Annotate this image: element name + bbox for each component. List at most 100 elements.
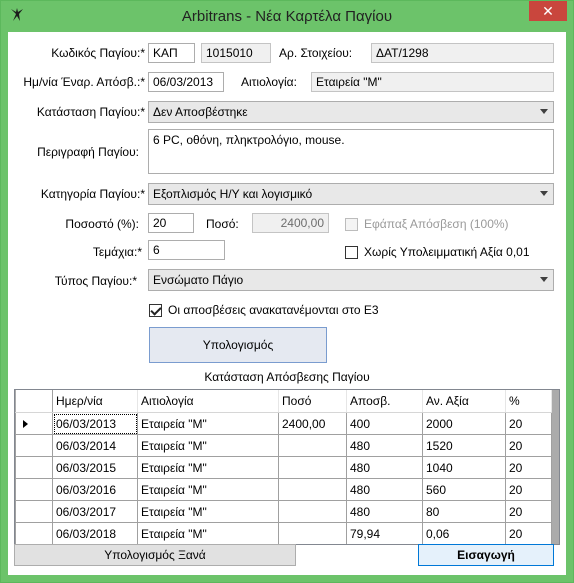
amount-label: Ποσό: — [206, 217, 239, 231]
table-cell[interactable]: 480 — [346, 500, 423, 523]
table-cell[interactable]: Εταιρεία "Μ" — [137, 434, 279, 457]
asset-code-number-field[interactable]: 1015010 — [201, 43, 271, 63]
table-row[interactable]: 06/03/2018 Εταιρεία "Μ" 79,94 0,06 20 — [15, 522, 552, 544]
table-cell[interactable] — [278, 434, 347, 457]
table-cell[interactable]: 20 — [505, 456, 552, 479]
status-select[interactable]: Δεν Αποσβέστηκε — [148, 101, 554, 123]
row-header[interactable] — [15, 412, 53, 435]
row-header[interactable] — [15, 478, 53, 501]
table-cell[interactable] — [278, 500, 347, 523]
column-header[interactable]: Ποσό — [278, 390, 347, 413]
table-cell[interactable]: 06/03/2017 — [52, 500, 138, 523]
chevron-down-icon — [540, 109, 548, 114]
column-header[interactable]: Αιτιολογία — [137, 390, 279, 413]
table-cell[interactable]: 480 — [346, 478, 423, 501]
amount-field[interactable]: 2400,00 — [252, 213, 329, 233]
row-header-corner — [15, 390, 53, 413]
table-cell[interactable]: 560 — [422, 478, 506, 501]
form-area: Κωδικός Παγίου:* ΚΑΠ 1015010 Αρ. Στοιχεί… — [8, 32, 566, 575]
start-date-label: Ημ/νία Έναρ. Απόσβ.:* — [23, 75, 145, 89]
table-cell[interactable]: 79,94 — [346, 522, 423, 544]
table-row[interactable]: 06/03/2016 Εταιρεία "Μ" 480 560 20 — [15, 478, 552, 501]
title-bar: Arbitrans - Νέα Καρτέλα Παγίου ✕ — [1, 1, 573, 31]
table-cell[interactable]: 06/03/2013 — [52, 412, 138, 435]
checkmark-icon — [150, 304, 162, 316]
depreciation-table[interactable]: Ημερ/νία Αιτιολογία Ποσό Αποσβ. Αν. Αξία… — [14, 389, 560, 545]
element-no-field[interactable]: ΔΑΤ/1298 — [371, 43, 554, 63]
table-cell[interactable]: 20 — [505, 500, 552, 523]
asset-code-prefix-field[interactable]: ΚΑΠ — [148, 43, 195, 63]
column-header[interactable]: Ημερ/νία — [52, 390, 138, 413]
column-header[interactable]: % — [505, 390, 552, 413]
table-cell[interactable]: Εταιρεία "Μ" — [137, 456, 279, 479]
one-time-label: Εφάπαξ Απόσβεση (100%) — [364, 217, 509, 231]
table-cell[interactable]: 06/03/2016 — [52, 478, 138, 501]
table-cell[interactable]: Εταιρεία "Μ" — [137, 522, 279, 544]
description-textarea[interactable]: 6 PC, οθόνη, πληκτρολόγιο, mouse. — [148, 129, 554, 174]
table-row[interactable]: 06/03/2014 Εταιρεία "Μ" 480 1520 20 — [15, 434, 552, 457]
table-cell[interactable] — [278, 522, 347, 544]
table-cell[interactable]: 1040 — [422, 456, 506, 479]
table-cell[interactable]: 480 — [346, 456, 423, 479]
percent-label: Ποσοστό (%): — [65, 217, 139, 231]
table-header-row: Ημερ/νία Αιτιολογία Ποσό Αποσβ. Αν. Αξία… — [15, 390, 552, 413]
column-header[interactable]: Αν. Αξία — [422, 390, 506, 413]
current-row-pointer-icon — [23, 419, 28, 428]
table-cell[interactable]: Εταιρεία "Μ" — [137, 412, 279, 435]
calculate-button[interactable]: Υπολογισμός — [149, 327, 327, 363]
redistribute-checkbox[interactable] — [149, 304, 162, 317]
quantity-field[interactable]: 6 — [148, 240, 225, 260]
table-row[interactable]: 06/03/2013 Εταιρεία "Μ" 2400,00 400 2000… — [15, 412, 552, 435]
percent-field[interactable]: 20 — [148, 213, 194, 233]
reason-field[interactable]: Εταιρεία "Μ" — [311, 72, 554, 92]
no-residual-label: Χωρίς Υπολειμματική Αξία 0,01 — [364, 245, 530, 259]
start-date-field[interactable]: 06/03/2013 — [148, 72, 224, 92]
insert-button[interactable]: Εισαγωγή — [418, 544, 554, 566]
category-value: Εξοπλισμός Η/Υ και λογισμικό — [153, 187, 313, 201]
table-cell[interactable]: 06/03/2015 — [52, 456, 138, 479]
status-label: Κατάσταση Παγίου:* — [36, 105, 145, 119]
table-cell[interactable]: 20 — [505, 478, 552, 501]
table-cell[interactable]: 480 — [346, 434, 423, 457]
close-button[interactable]: ✕ — [529, 1, 567, 21]
table-cell[interactable]: 2400,00 — [278, 412, 347, 435]
description-label: Περιγραφή Παγίου: — [37, 145, 139, 159]
table-cell[interactable]: 20 — [505, 522, 552, 544]
table-cell[interactable]: 80 — [422, 500, 506, 523]
recalculate-button[interactable]: Υπολογισμός Ξανά — [14, 544, 296, 566]
table-cell[interactable]: 20 — [505, 412, 552, 435]
category-select[interactable]: Εξοπλισμός Η/Υ και λογισμικό — [148, 183, 554, 205]
table-cell[interactable]: 2000 — [422, 412, 506, 435]
schedule-title: Κατάσταση Απόσβεσης Παγίου — [204, 370, 370, 384]
table-cell[interactable]: 0,06 — [422, 522, 506, 544]
table-row[interactable]: 06/03/2015 Εταιρεία "Μ" 480 1040 20 — [15, 456, 552, 479]
asset-code-label: Κωδικός Παγίου:* — [51, 46, 145, 60]
close-icon: ✕ — [542, 3, 554, 19]
no-residual-checkbox[interactable] — [345, 246, 358, 259]
row-header[interactable] — [15, 434, 53, 457]
table-cell[interactable]: 20 — [505, 434, 552, 457]
one-time-checkbox[interactable] — [345, 218, 358, 231]
schedule-grid: Ημερ/νία Αιτιολογία Ποσό Αποσβ. Αν. Αξία… — [15, 390, 552, 544]
row-header[interactable] — [15, 456, 53, 479]
type-label: Τύπος Παγίου:* — [54, 274, 137, 288]
status-value: Δεν Αποσβέστηκε — [153, 105, 248, 119]
table-cell[interactable] — [278, 456, 347, 479]
table-cell[interactable]: 400 — [346, 412, 423, 435]
table-cell[interactable]: 06/03/2018 — [52, 522, 138, 544]
table-cell[interactable]: Εταιρεία "Μ" — [137, 478, 279, 501]
table-cell[interactable]: 06/03/2014 — [52, 434, 138, 457]
quantity-label: Τεμάχια:* — [92, 245, 142, 259]
window-title: Arbitrans - Νέα Καρτέλα Παγίου — [181, 8, 393, 25]
table-cell[interactable]: 1520 — [422, 434, 506, 457]
type-select[interactable]: Ενσώματο Πάγιο — [148, 269, 554, 291]
chevron-down-icon — [540, 277, 548, 282]
row-header[interactable] — [15, 522, 53, 544]
table-cell[interactable]: Εταιρεία "Μ" — [137, 500, 279, 523]
column-header[interactable]: Αποσβ. — [346, 390, 423, 413]
row-header[interactable] — [15, 500, 53, 523]
table-cell[interactable] — [278, 478, 347, 501]
chevron-down-icon — [540, 191, 548, 196]
type-value: Ενσώματο Πάγιο — [153, 273, 244, 287]
table-row[interactable]: 06/03/2017 Εταιρεία "Μ" 480 80 20 — [15, 500, 552, 523]
